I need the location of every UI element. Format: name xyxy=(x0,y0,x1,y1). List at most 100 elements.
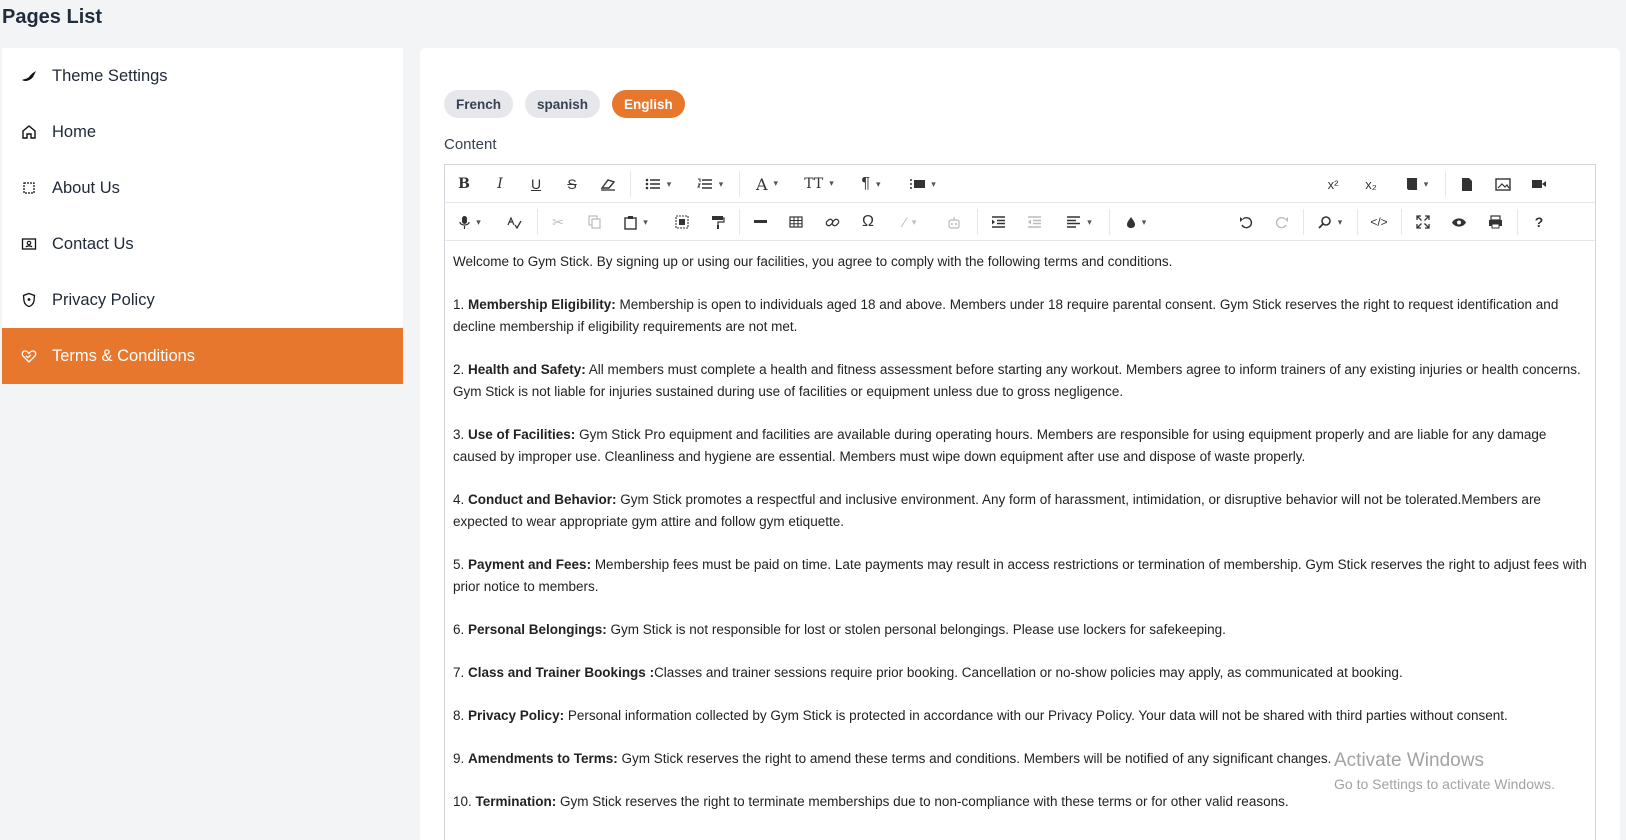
outdent-button[interactable] xyxy=(1019,203,1049,241)
align-button[interactable]: ▾ xyxy=(1057,203,1101,241)
italic-button[interactable]: I xyxy=(485,165,515,203)
select-all-button[interactable] xyxy=(667,203,697,241)
underline-button[interactable]: U xyxy=(521,165,551,203)
font-family-button[interactable]: A ▾ xyxy=(745,165,789,203)
bold-button[interactable]: B xyxy=(449,165,479,203)
chevron-down-icon: ▾ xyxy=(1337,216,1343,227)
copy-button[interactable] xyxy=(579,203,609,241)
shield-icon xyxy=(20,291,38,309)
language-tabs: French spanish English xyxy=(444,90,685,118)
watermark-title: Activate Windows xyxy=(1334,750,1484,771)
cut-button[interactable]: ✂ xyxy=(543,203,573,241)
find-replace-button[interactable]: ▾ xyxy=(1309,203,1351,241)
chevron-down-icon: ▾ xyxy=(773,179,779,189)
undo-icon xyxy=(1240,216,1253,228)
sidebar-item-about-us[interactable]: About Us xyxy=(2,160,403,216)
chevron-down-icon: ▾ xyxy=(829,179,834,189)
select-all-icon xyxy=(675,215,689,229)
italic-icon: I xyxy=(497,176,503,192)
block-style-button[interactable]: ▾ xyxy=(901,165,945,203)
spellcheck-button[interactable] xyxy=(499,203,529,241)
subscript-button[interactable]: x₂ xyxy=(1355,165,1387,203)
watermark-subtitle: Go to Settings to activate Windows. xyxy=(1334,776,1555,792)
undo-button[interactable] xyxy=(1231,203,1261,241)
main-panel: French spanish English Content B I U S ▾… xyxy=(420,48,1620,840)
table-icon xyxy=(789,216,803,228)
indent-icon xyxy=(991,216,1005,228)
sidebar-item-label: Privacy Policy xyxy=(52,290,155,309)
robot-icon xyxy=(948,216,960,229)
heart-handshake-icon xyxy=(20,347,38,365)
terms-section: 8. Privacy Policy: Personal information … xyxy=(453,708,1508,723)
help-button[interactable]: ? xyxy=(1523,203,1555,241)
terms-section: 3. Use of Facilities: Gym Stick Pro equi… xyxy=(453,427,1547,464)
color-button[interactable]: ▾ xyxy=(1115,203,1157,241)
video-icon xyxy=(1532,180,1546,188)
superscript-button[interactable]: x² xyxy=(1317,165,1349,203)
paragraph-icon: ¶ xyxy=(861,175,871,192)
help-icon: ? xyxy=(1534,214,1544,230)
numbered-list-button[interactable]: ▾ xyxy=(689,165,731,203)
sidebar: Theme Settings Home About Us Contact Us … xyxy=(2,48,403,840)
bold-icon: B xyxy=(458,176,470,192)
book-icon xyxy=(1406,178,1417,190)
terms-section: 1. Membership Eligibility: Membership is… xyxy=(453,297,1559,334)
image-icon xyxy=(1495,177,1511,191)
file-button[interactable] xyxy=(1451,165,1483,203)
paragraph-button[interactable]: ¶ ▾ xyxy=(849,165,893,203)
chevron-down-icon: ▾ xyxy=(476,216,481,227)
sidebar-item-home[interactable]: Home xyxy=(2,104,403,160)
redo-button[interactable] xyxy=(1267,203,1297,241)
fullscreen-button[interactable] xyxy=(1407,203,1439,241)
home-icon xyxy=(20,123,38,141)
subscript-icon: x₂ xyxy=(1365,176,1377,192)
sidebar-item-terms-conditions[interactable]: Terms & Conditions xyxy=(2,328,403,384)
sidebar-item-label: Terms & Conditions xyxy=(52,346,196,365)
sidebar-item-privacy-policy[interactable]: Privacy Policy xyxy=(2,272,403,328)
windows-activation-watermark: Activate Windows Go to Settings to activ… xyxy=(1334,750,1555,792)
sidebar-item-theme-settings[interactable]: Theme Settings xyxy=(2,48,403,104)
omega-icon: Ω xyxy=(862,213,874,230)
image-button[interactable] xyxy=(1487,165,1519,203)
redo-icon xyxy=(1275,216,1288,228)
tab-spanish[interactable]: spanish xyxy=(525,90,601,118)
eraser-button[interactable] xyxy=(593,165,623,203)
brush-icon xyxy=(20,67,38,85)
font-size-button[interactable]: TT ▾ xyxy=(797,165,841,203)
scissors-icon: ✂ xyxy=(552,213,564,230)
bullet-list-icon xyxy=(645,178,660,190)
indent-button[interactable] xyxy=(983,203,1013,241)
link-button[interactable] xyxy=(817,203,847,241)
chevron-down-icon: ▾ xyxy=(666,178,672,189)
print-button[interactable] xyxy=(1479,203,1511,241)
bullet-list-button[interactable]: ▾ xyxy=(637,165,679,203)
ai-bot-button[interactable] xyxy=(939,203,969,241)
sidebar-item-label: Home xyxy=(52,122,97,141)
tab-english[interactable]: English xyxy=(612,90,685,118)
chevron-down-icon: ▾ xyxy=(1423,178,1429,189)
special-characters-button[interactable]: Ω xyxy=(853,203,883,241)
ai-assistant-button[interactable]: ⁄ ▾ xyxy=(889,203,931,241)
voice-input-button[interactable]: ▾ xyxy=(449,203,491,241)
template-button[interactable]: ▾ xyxy=(1395,165,1439,203)
video-button[interactable] xyxy=(1523,165,1555,203)
page-title: Pages List xyxy=(2,6,103,28)
intro-paragraph: Welcome to Gym Stick. By signing up or u… xyxy=(453,254,1173,269)
eraser-icon xyxy=(600,179,616,191)
chevron-down-icon: ▾ xyxy=(718,178,724,189)
horizontal-line-icon xyxy=(753,220,767,223)
spellcheck-icon xyxy=(506,215,522,229)
sidebar-item-label: Contact Us xyxy=(52,234,134,253)
rich-text-editor: B I U S ▾ ▾ A ▾ TT ▾ ¶ ▾ ▾ x² x₂ ▾ ▾ ✂ ▾… xyxy=(444,164,1596,840)
paste-button[interactable]: ▾ xyxy=(615,203,657,241)
sidebar-item-contact-us[interactable]: Contact Us xyxy=(2,216,403,272)
tab-french[interactable]: French xyxy=(444,90,514,118)
source-code-button[interactable]: </> xyxy=(1363,203,1395,241)
strikethrough-button[interactable]: S xyxy=(557,165,587,203)
table-button[interactable] xyxy=(781,203,811,241)
horizontal-line-button[interactable] xyxy=(745,203,775,241)
format-painter-button[interactable] xyxy=(703,203,733,241)
superscript-icon: x² xyxy=(1327,176,1339,192)
preview-button[interactable] xyxy=(1443,203,1475,241)
sidebar-list: Theme Settings Home About Us Contact Us … xyxy=(2,48,403,384)
